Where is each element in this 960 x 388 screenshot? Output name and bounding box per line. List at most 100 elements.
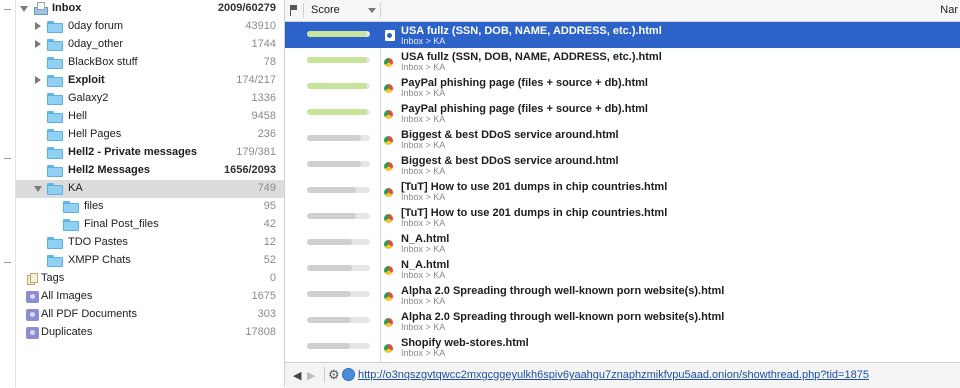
- forward-icon[interactable]: ▶: [307, 369, 315, 382]
- score-bar-fill: [307, 317, 351, 323]
- row-path: Inbox > KA: [401, 62, 446, 72]
- score-column-header[interactable]: Score: [311, 4, 340, 16]
- column-divider[interactable]: [303, 3, 304, 18]
- score-bar: [307, 135, 370, 141]
- disclosure-triangle-icon[interactable]: [20, 6, 28, 12]
- sidebar-item-galaxy2[interactable]: Galaxy2 1336: [16, 90, 284, 108]
- sidebar-item-0day-forum[interactable]: 0day forum 43910: [16, 18, 284, 36]
- disclosure-triangle-icon[interactable]: [35, 22, 41, 30]
- tags-icon: [26, 273, 39, 286]
- sidebar-item-hell[interactable]: Hell 9458: [16, 108, 284, 126]
- sidebar-item-xmpp-chats[interactable]: XMPP Chats 52: [16, 252, 284, 270]
- sidebar-item-label: Tags: [41, 272, 65, 284]
- sidebar-item-label: TDO Pastes: [68, 236, 128, 248]
- sidebar-item-label: Duplicates: [41, 326, 93, 338]
- sidebar-item-hell2-private-messages[interactable]: Hell2 - Private messages 179/381: [16, 144, 284, 162]
- sidebar-item-exploit[interactable]: Exploit 174/217: [16, 72, 284, 90]
- row-path: Inbox > KA: [401, 140, 446, 150]
- table-row[interactable]: USA fullz (SSN, DOB, NAME, ADDRESS, etc.…: [285, 48, 960, 74]
- html-file-icon: [384, 188, 393, 197]
- html-file-icon: [384, 136, 393, 145]
- folder-icon: [47, 93, 63, 105]
- column-divider[interactable]: [380, 3, 381, 18]
- sidebar-item-0day-other[interactable]: 0day_other 1744: [16, 36, 284, 54]
- sidebar-item-label: All Images: [41, 290, 93, 302]
- row-path: Inbox > KA: [401, 114, 446, 124]
- sidebar-item-label: XMPP Chats: [68, 254, 131, 266]
- score-bar: [307, 31, 370, 37]
- table-row[interactable]: Alpha 2.0 Spreading through well-known p…: [285, 308, 960, 334]
- score-bar: [307, 343, 370, 349]
- folder-icon: [47, 39, 63, 51]
- row-path: Inbox > KA: [401, 192, 446, 202]
- score-bar-fill: [307, 109, 367, 115]
- sidebar-item-hell2-messages[interactable]: Hell2 Messages 1656/2093: [16, 162, 284, 180]
- row-path: Inbox > KA: [401, 348, 446, 358]
- table-row[interactable]: Shopify web-stores.html Inbox > KA: [285, 334, 960, 360]
- disclosure-triangle-icon[interactable]: [35, 40, 41, 48]
- sidebar-item-count: 1656/2093: [224, 164, 276, 176]
- folder-icon: [47, 237, 63, 249]
- score-bar-fill: [307, 31, 367, 37]
- table-row[interactable]: Alpha 2.0 Spreading through well-known p…: [285, 282, 960, 308]
- score-bar-fill: [307, 161, 361, 167]
- sidebar-item-tags[interactable]: Tags 0: [16, 270, 284, 288]
- sidebar-item-count: 52: [263, 254, 276, 266]
- smart-group-icon: [26, 309, 39, 321]
- table-row[interactable]: Biggest & best DDoS service around.html I…: [285, 126, 960, 152]
- back-icon[interactable]: ◀: [293, 369, 301, 382]
- table-row[interactable]: Biggest & best DDoS service around.html I…: [285, 152, 960, 178]
- sidebar-item-hell-pages[interactable]: Hell Pages 236: [16, 126, 284, 144]
- sidebar-item-tdo-pastes[interactable]: TDO Pastes 12: [16, 234, 284, 252]
- sidebar: Inbox 2009/60279 0day forum 43910 0day_o…: [0, 0, 285, 387]
- sidebar-item-all-images[interactable]: All Images 1675: [16, 288, 284, 306]
- flag-column-icon[interactable]: [289, 5, 299, 16]
- html-file-icon: [384, 292, 393, 301]
- sidebar-item-count: 17808: [245, 326, 276, 338]
- sidebar-item-ka[interactable]: KA 749: [16, 180, 284, 198]
- sidebar-item-blackbox-stuff[interactable]: BlackBox stuff 78: [16, 54, 284, 72]
- sidebar-item-label: KA: [68, 182, 83, 194]
- sidebar-item-count: 0: [269, 272, 276, 284]
- name-column-header[interactable]: Nar: [940, 4, 958, 16]
- table-row[interactable]: [TuT] How to use 201 dumps in chip count…: [285, 204, 960, 230]
- table-row[interactable]: USA fullz (SSN, DOB, NAME, ADDRESS, etc.…: [285, 22, 960, 48]
- score-bar: [307, 187, 370, 193]
- html-file-icon: [385, 30, 395, 41]
- sidebar-item-all-pdf-documents[interactable]: All PDF Documents 303: [16, 306, 284, 324]
- folder-icon: [47, 57, 63, 69]
- table-row[interactable]: N_A.html Inbox > KA: [285, 230, 960, 256]
- score-bar-fill: [307, 187, 356, 193]
- footer-divider: [324, 367, 325, 383]
- sidebar-item-final-post-files[interactable]: Final Post_files 42: [16, 216, 284, 234]
- sidebar-item-files[interactable]: files 95: [16, 198, 284, 216]
- disclosure-triangle-icon[interactable]: [35, 76, 41, 84]
- sidebar-item-count: 95: [263, 200, 276, 212]
- document-url-link[interactable]: http://o3nqszgvtqwcc2mxgcggeyulkh6spiv6y…: [358, 369, 869, 381]
- table-row[interactable]: [TuT] How to use 201 dumps in chip count…: [285, 178, 960, 204]
- sidebar-item-label: 0day forum: [68, 20, 124, 32]
- folder-icon: [47, 21, 63, 33]
- smart-group-icon: [26, 327, 39, 339]
- sidebar-item-label: 0day_other: [68, 38, 124, 50]
- disclosure-triangle-icon[interactable]: [34, 186, 42, 192]
- html-file-icon: [384, 214, 393, 223]
- score-bar: [307, 109, 370, 115]
- sidebar-item-duplicates[interactable]: Duplicates 17808: [16, 324, 284, 342]
- sidebar-item-label: Hell: [68, 110, 87, 122]
- score-bar: [307, 317, 370, 323]
- row-path: Inbox > KA: [401, 166, 446, 176]
- html-file-icon: [384, 84, 393, 93]
- score-bar-fill: [307, 343, 350, 349]
- score-bar-fill: [307, 239, 352, 245]
- table-row[interactable]: PayPal phishing page (files + source + d…: [285, 74, 960, 100]
- score-bar-fill: [307, 291, 351, 297]
- sidebar-item-count: 1744: [251, 38, 276, 50]
- table-row[interactable]: PayPal phishing page (files + source + d…: [285, 100, 960, 126]
- html-file-icon: [384, 240, 393, 249]
- table-row[interactable]: N_A.html Inbox > KA: [285, 256, 960, 282]
- sidebar-item-inbox[interactable]: Inbox 2009/60279: [16, 0, 284, 18]
- sort-descending-icon[interactable]: [368, 8, 376, 13]
- score-bar: [307, 265, 370, 271]
- row-path: Inbox > KA: [401, 36, 446, 46]
